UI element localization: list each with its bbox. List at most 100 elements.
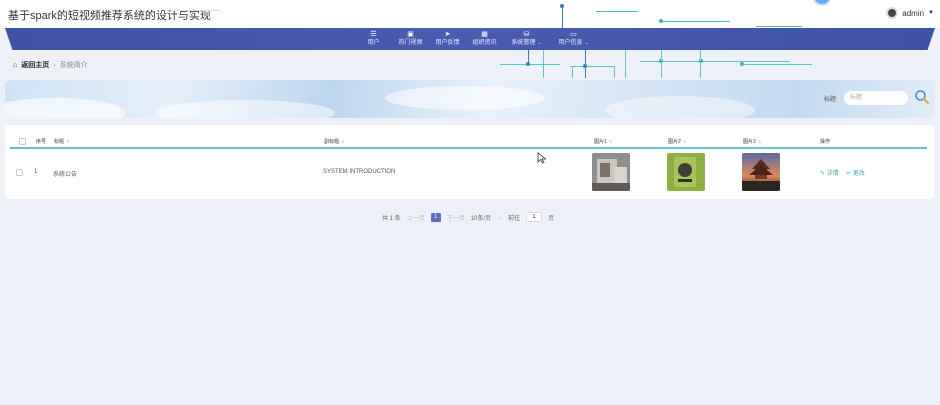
nav-label: 用户 xyxy=(367,40,380,46)
db-icon: ⛁ xyxy=(523,31,530,38)
decor-cloud xyxy=(385,86,545,110)
decor-dot xyxy=(659,19,663,23)
decor-line xyxy=(700,50,701,78)
user-menu[interactable]: admin ▼ xyxy=(886,7,934,19)
select-all-checkbox[interactable] xyxy=(19,138,26,145)
nav-item-hot-videos[interactable]: ▣ 热门视频 xyxy=(392,30,429,47)
breadcrumb-current: 系统简介 xyxy=(59,62,88,69)
row-checkbox[interactable] xyxy=(16,169,23,176)
header-image1[interactable]: 图片1 ⇅ xyxy=(594,138,612,145)
main-nav: ☰ 用户 ▣ 热门视频 ➤ 用户反馈 ▦ 组织资讯 ⛁ 系统管理 ⌄ ▭ 用户信息… xyxy=(5,28,935,50)
home-icon: ⌂ xyxy=(13,61,18,69)
decor-line xyxy=(528,50,529,64)
detail-button[interactable]: ✎ 详情 xyxy=(820,168,839,177)
nav-item-feedback[interactable]: ➤ 用户反馈 xyxy=(429,30,466,47)
decor-line xyxy=(543,50,544,78)
breadcrumb: ⌂ 返回主页 › 系统简介 xyxy=(13,60,88,70)
decor-dot xyxy=(560,4,564,8)
chevron-down-icon: ⌄ xyxy=(584,40,589,46)
decor-cloud xyxy=(155,100,335,118)
video-icon: ▣ xyxy=(407,31,414,38)
header-title[interactable]: 标题 ⇅ xyxy=(54,138,69,145)
breadcrumb-separator: › xyxy=(53,61,56,69)
decor-cloud xyxy=(605,96,755,118)
chevron-down-icon: ⌄ xyxy=(537,40,542,46)
total-count: 共 1 条 xyxy=(382,215,401,222)
sort-icon: ⇅ xyxy=(66,139,70,144)
header-title-text: 标题 xyxy=(54,139,65,145)
decor-circle xyxy=(812,0,832,6)
header-image3[interactable]: 图片3 ⇅ xyxy=(743,138,761,145)
page-size-chevron-icon: ⌄ xyxy=(497,214,503,221)
search-icon[interactable] xyxy=(914,89,930,105)
decor-line xyxy=(500,64,560,65)
nav-label: 热门视频 xyxy=(398,40,423,46)
decor-line xyxy=(660,21,730,22)
header-image3-text: 图片3 xyxy=(743,139,756,145)
sort-icon: ⇅ xyxy=(757,139,762,144)
row-index: 1 xyxy=(34,169,38,175)
row-image-2[interactable] xyxy=(667,153,705,191)
nav-item-user-info[interactable]: ▭ 用户信息 ⌄ xyxy=(550,30,597,47)
goto-page-input[interactable] xyxy=(526,212,543,222)
search-input[interactable] xyxy=(844,91,908,105)
decor-line xyxy=(661,50,662,78)
nav-label: 用户反馈 xyxy=(435,40,460,46)
page-number-active[interactable]: 1 xyxy=(430,212,441,222)
nav-label: 系统管理 ⌄ xyxy=(511,39,541,47)
pagination: 共 1 条 上一页 1 下一页 10条/页 ⌄ 前往 页 xyxy=(382,212,554,222)
breadcrumb-home[interactable]: 返回主页 xyxy=(21,60,49,70)
sort-icon: ⇅ xyxy=(608,139,613,144)
nav-label: 组织资讯 xyxy=(472,40,497,46)
decor-line xyxy=(596,11,638,12)
mouse-cursor-icon xyxy=(537,152,547,164)
nav-label: 用户信息 ⌄ xyxy=(558,39,588,47)
header-image1-text: 图片1 xyxy=(594,139,607,145)
edit-button[interactable]: ✂ 更改 xyxy=(846,168,865,177)
decor-line xyxy=(170,10,220,11)
header-image2[interactable]: 图片2 ⇅ xyxy=(668,138,686,145)
nav-item-system[interactable]: ⛁ 系统管理 ⌄ xyxy=(503,30,550,47)
header-image2-text: 图片2 xyxy=(668,139,681,145)
nav-label-text: 系统管理 xyxy=(511,40,536,46)
decor-line xyxy=(570,66,615,67)
decor-cloud xyxy=(5,98,125,118)
nav-item-news[interactable]: ▦ 组织资讯 xyxy=(466,30,503,47)
decor-line xyxy=(614,66,615,78)
caret-down-icon: ▼ xyxy=(928,10,934,16)
prev-page-button[interactable]: 上一页 xyxy=(407,213,425,222)
sort-icon: ⇅ xyxy=(682,139,687,144)
image-thumbnail xyxy=(592,153,630,191)
nav-item-users[interactable]: ☰ 用户 xyxy=(355,30,392,47)
grid-icon: ▦ xyxy=(481,31,488,38)
search-label: 标题 xyxy=(824,97,837,103)
card-icon: ▭ xyxy=(570,31,577,38)
header-subtitle[interactable]: 副标题 ⇅ xyxy=(324,138,344,145)
decor-line xyxy=(756,26,802,27)
avatar xyxy=(886,7,899,19)
send-icon: ➤ xyxy=(444,31,451,38)
goto-label: 前往 xyxy=(508,215,521,222)
goto-unit: 页 xyxy=(548,215,555,222)
data-table: 序号 标题 ⇅ 副标题 ⇅ 图片1 ⇅ 图片2 ⇅ 图片3 ⇅ 操作 1 系统公告 SYS… xyxy=(5,125,934,199)
image-thumbnail xyxy=(667,153,705,191)
search-banner: 标题 xyxy=(5,80,934,118)
sort-icon: ⇅ xyxy=(341,139,345,144)
decor-line xyxy=(742,64,812,65)
top-bar: 基于spark的短视频推荐系统的设计与实现 admin ▼ xyxy=(0,0,940,28)
header-index: 序号 xyxy=(36,139,47,145)
header-subtitle-text: 副标题 xyxy=(324,139,340,145)
nav-label-text: 用户信息 xyxy=(558,40,583,46)
row-image-3[interactable] xyxy=(742,153,780,191)
row-subtitle: SYSTEM INTRODUCTION xyxy=(323,169,396,175)
next-page-button[interactable]: 下一页 xyxy=(447,213,465,222)
decor-line xyxy=(562,5,563,28)
row-image-1[interactable] xyxy=(592,153,630,191)
user-name: admin xyxy=(902,8,925,18)
table-header: 序号 标题 ⇅ 副标题 ⇅ 图片1 ⇅ 图片2 ⇅ 图片3 ⇅ 操作 xyxy=(10,135,927,149)
decor-line xyxy=(572,66,573,78)
decor-line xyxy=(625,50,626,78)
row-title: 系统公告 xyxy=(53,172,78,178)
decor-line xyxy=(585,50,586,78)
page-size-select[interactable]: 10条/页 xyxy=(471,213,491,222)
